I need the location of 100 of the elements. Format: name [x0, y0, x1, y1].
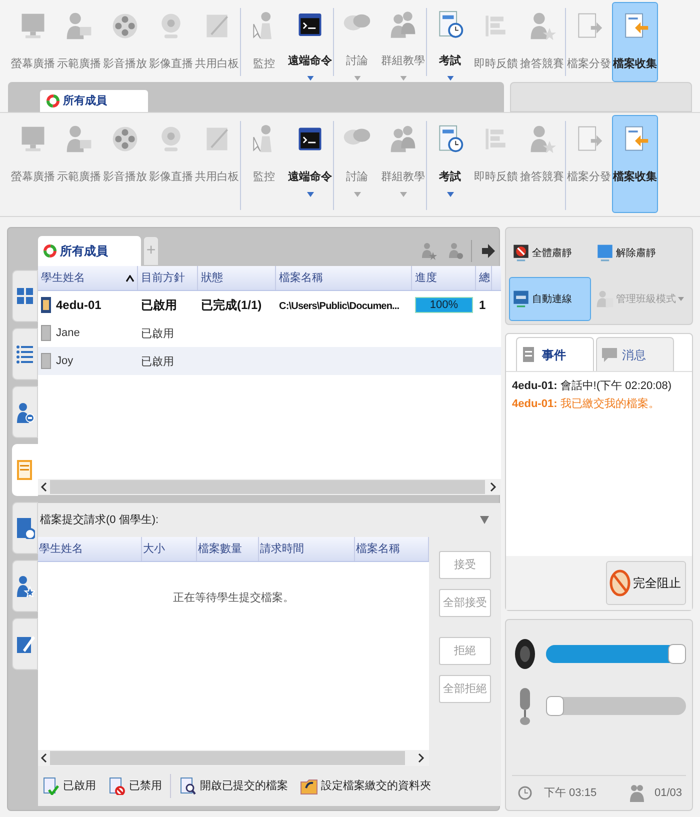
- toolbar-button[interactable]: 共用白板: [194, 115, 240, 213]
- group-tab[interactable]: 所有成員: [38, 236, 141, 266]
- side-tab[interactable]: [12, 270, 38, 322]
- tiles-icon: [15, 285, 35, 307]
- toolbar-button[interactable]: 螢幕廣播: [10, 115, 56, 213]
- column-header[interactable]: 檔案數量: [197, 537, 259, 561]
- document-forbidden-icon: [108, 777, 126, 795]
- person-star-icon: [421, 242, 437, 260]
- toolbar-button[interactable]: 即時反饋: [473, 2, 519, 82]
- pen-icon: [15, 633, 35, 655]
- dropdown-arrow-icon: [446, 76, 454, 81]
- toolbar-button[interactable]: 已禁用: [108, 777, 162, 795]
- column-header[interactable]: 檔案名稱: [276, 266, 412, 290]
- toolbar-button[interactable]: 考試: [427, 115, 473, 213]
- toolbar-button[interactable]: 即時反饋: [473, 115, 519, 213]
- table-cell: 已完成(1/1): [201, 298, 262, 312]
- block-button[interactable]: 完全阻止: [606, 561, 686, 605]
- toolbar-button[interactable]: 影音播放: [102, 115, 148, 213]
- scroll-right-icon: [489, 482, 497, 492]
- horizontal-scrollbar[interactable]: [38, 479, 501, 495]
- table-cell: 1: [479, 298, 486, 312]
- table-cell-text: Jane: [56, 326, 80, 341]
- toolbar-button[interactable]: 討論: [334, 115, 380, 213]
- tab[interactable]: 消息: [596, 337, 674, 371]
- slider-thumb[interactable]: [546, 696, 564, 716]
- toolbar-button[interactable]: 群組教學: [380, 115, 426, 213]
- toolbar-button[interactable]: 搶答競賽: [519, 115, 565, 213]
- column-header[interactable]: 學生姓名: [38, 266, 138, 290]
- toolbar-button[interactable]: 檔案分發: [566, 115, 612, 213]
- person-gear-icon: [448, 242, 464, 260]
- color-ring-icon: [46, 94, 60, 108]
- column-header[interactable]: 進度: [412, 266, 476, 290]
- monitor-icon: [596, 243, 614, 263]
- scroll-left-icon: [40, 482, 48, 492]
- toolbar-button[interactable]: 監控: [241, 2, 287, 82]
- group-tab[interactable]: 所有成員: [40, 90, 148, 112]
- toolbar-button[interactable]: 遠端命令: [287, 2, 333, 82]
- column-header[interactable]: 總: [476, 266, 492, 290]
- slider[interactable]: [546, 697, 686, 715]
- toolbar-button[interactable]: 檔案分發: [566, 2, 612, 82]
- column-header[interactable]: 目前方針: [138, 266, 198, 290]
- toolbar-button[interactable]: 考試: [427, 2, 473, 82]
- dropdown-arrow-icon: [678, 297, 684, 301]
- person-star-icon: [15, 575, 35, 597]
- toolbar-button[interactable]: 討論: [334, 2, 380, 82]
- slider[interactable]: [546, 645, 686, 663]
- side-tab[interactable]: [12, 444, 38, 496]
- toolbar-button[interactable]: 設定檔案繳交的資料夾: [300, 777, 431, 795]
- toolbar-button[interactable]: 螢幕廣播: [10, 2, 56, 82]
- person-minus-icon: [15, 401, 35, 423]
- toolbar-button[interactable]: 自動連線: [509, 277, 591, 321]
- dropdown-arrow-icon: [400, 76, 406, 81]
- toolbar-button[interactable]: 示範廣播: [56, 2, 102, 82]
- side-tab[interactable]: [12, 386, 38, 438]
- progress-text: 100%: [428, 298, 460, 312]
- dropdown-arrow-icon: [306, 76, 314, 81]
- toolbar-button[interactable]: 監控: [241, 115, 287, 213]
- scroll-right-icon: [417, 753, 425, 763]
- document-search-icon: [179, 777, 197, 795]
- toolbar-button[interactable]: 群組教學: [380, 2, 426, 82]
- slider-thumb[interactable]: [668, 644, 686, 664]
- table-cell: 已啟用: [141, 356, 174, 368]
- collapse-arrow-icon: [480, 516, 489, 524]
- toolbar-button[interactable]: 已啟用: [42, 777, 96, 795]
- status-time: 下午 03:15: [544, 786, 597, 801]
- document-icon: [15, 459, 35, 481]
- side-tab[interactable]: [12, 328, 38, 380]
- student-count: 01/03: [654, 786, 682, 801]
- toolbar-button[interactable]: 全體肅靜: [509, 231, 591, 275]
- horizontal-scrollbar[interactable]: [38, 750, 429, 766]
- scroll-left-icon: [40, 753, 48, 763]
- toolbar-button[interactable]: 示範廣播: [56, 115, 102, 213]
- table-cell: 已啟用: [141, 298, 177, 312]
- toolbar-button[interactable]: 解除肅靜: [593, 231, 689, 275]
- speech-bubble-icon: [601, 346, 618, 363]
- dropdown-arrow-icon: [306, 192, 314, 197]
- toolbar-button[interactable]: 影像直播: [148, 115, 194, 213]
- toolbar-button[interactable]: 影像直播: [148, 2, 194, 82]
- side-tab[interactable]: [12, 560, 38, 612]
- side-tab[interactable]: [12, 618, 38, 670]
- prohibited-icon: [609, 569, 631, 597]
- toolbar-button[interactable]: 檔案收集: [612, 2, 658, 82]
- column-header[interactable]: 檔案名稱: [355, 537, 429, 561]
- list-icon: [15, 343, 35, 365]
- toolbar-button[interactable]: 影音播放: [102, 2, 148, 82]
- table-cell: C:\Users\Public\Documen...: [279, 301, 400, 312]
- column-header[interactable]: 狀態: [198, 266, 276, 290]
- toolbar-button[interactable]: 搶答競賽: [519, 2, 565, 82]
- column-header[interactable]: 大小: [142, 537, 197, 561]
- column-header[interactable]: 請求時間: [259, 537, 355, 561]
- toolbar-button[interactable]: 共用白板: [194, 2, 240, 82]
- side-tab[interactable]: [12, 502, 38, 554]
- toolbar-button[interactable]: 檔案收集: [612, 115, 658, 213]
- folder-icon: [300, 777, 318, 795]
- toolbar-button[interactable]: 開啟已提交的檔案: [179, 777, 288, 795]
- toolbar-button[interactable]: 遠端命令: [287, 115, 333, 213]
- arrow-right-icon: [481, 244, 495, 258]
- tab[interactable]: 事件: [516, 337, 594, 371]
- column-header[interactable]: 學生姓名: [38, 537, 142, 561]
- people-icon: [630, 784, 644, 802]
